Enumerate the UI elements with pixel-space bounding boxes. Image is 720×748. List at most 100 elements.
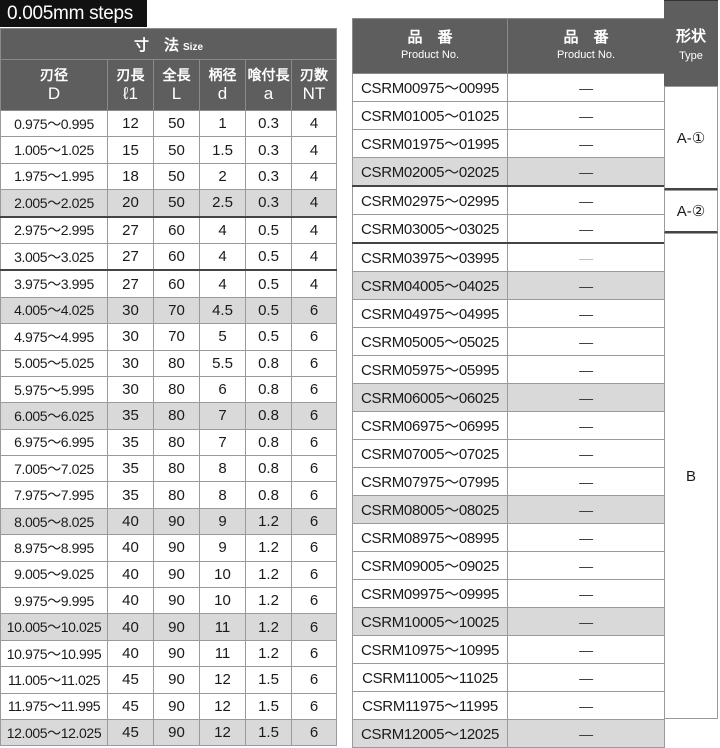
cell-l1: 40: [107, 534, 154, 562]
size-column-header: 柄径 d: [199, 59, 246, 111]
cell-l: 60: [153, 269, 200, 298]
cell-nt: 6: [291, 375, 337, 404]
size-table-row: 4.975～4.995 30 70 5 0.5 6: [0, 323, 337, 351]
type-cell-a1: A-①: [664, 86, 718, 190]
product-column-header: 品 番 Product No.: [507, 18, 665, 74]
cell-a: 0.8: [245, 481, 292, 509]
product-number-alt: —: [507, 327, 665, 356]
cell-l: 80: [153, 455, 200, 483]
product-table-row: CSRM08005～08025—: [352, 495, 665, 524]
column-header-en: D: [47, 84, 61, 103]
type-header-jp: 形状: [675, 28, 706, 45]
product-table-row: CSRM10005～10025—: [352, 607, 665, 636]
cell-a: 1.5: [245, 666, 292, 694]
product-table-row: CSRM06005～06025—: [352, 383, 665, 412]
cell-d: 12: [199, 718, 246, 747]
column-header-en: L: [171, 84, 182, 103]
cell-nt: 6: [291, 718, 337, 747]
product-number-alt: —: [507, 214, 665, 244]
cell-l: 60: [153, 242, 200, 272]
product-number: CSRM11005～11025: [352, 663, 508, 692]
product-number: CSRM07005～07025: [352, 439, 508, 468]
product-number: CSRM06975～06995: [352, 411, 508, 440]
cell-d: 8.975～8.995: [0, 534, 108, 562]
cell-a: 0.5: [245, 296, 292, 325]
cell-l: 50: [153, 136, 200, 164]
size-table-row: 9.005～9.025 40 90 10 1.2 6: [0, 560, 337, 589]
size-table-row: 7.975～7.995 35 80 8 0.8 6: [0, 481, 337, 509]
cell-d: 12.005～12.025: [0, 718, 108, 747]
cell-l1: 45: [107, 666, 154, 694]
cell-d: 5.975～5.995: [0, 375, 108, 404]
cell-nt: 6: [291, 507, 337, 536]
product-table-row: CSRM12005～12025—: [352, 719, 665, 748]
product-number-alt: —: [507, 551, 665, 580]
size-column-header: 全長 L: [153, 59, 200, 111]
column-header-en: ℓ1: [123, 84, 138, 103]
cell-a: 1.2: [245, 507, 292, 536]
cell-d: 9.005～9.025: [0, 560, 108, 589]
product-number: CSRM01975～01995: [352, 129, 508, 158]
product-table-row: CSRM04975～04995—: [352, 299, 665, 328]
product-number: CSRM04005～04025: [352, 271, 508, 300]
cell-d: 4.005～4.025: [0, 296, 108, 325]
cell-a: 0.5: [245, 216, 292, 244]
product-table-row: CSRM11005～11025—: [352, 663, 665, 692]
cell-nt: 4: [291, 162, 337, 191]
cell-a: 1.2: [245, 534, 292, 562]
cell-nt: 6: [291, 455, 337, 483]
cell-a: 0.8: [245, 455, 292, 483]
size-table-row: 2.975～2.995 27 60 4 0.5 4: [0, 216, 337, 244]
product-number-alt: —: [507, 355, 665, 384]
type-column-header: 形状 Type: [664, 0, 718, 86]
cell-a: 0.5: [245, 269, 292, 298]
column-header-jp: 全長: [162, 67, 191, 83]
cell-l1: 27: [107, 216, 154, 244]
cell-d: 7.005～7.025: [0, 455, 108, 483]
size-table-row: 8.975～8.995 40 90 9 1.2 6: [0, 534, 337, 562]
cell-a: 0.3: [245, 189, 292, 218]
cell-l: 80: [153, 349, 200, 377]
column-header-en: a: [263, 84, 274, 103]
product-number: CSRM06005～06025: [352, 383, 508, 412]
column-header-jp: 刃径: [40, 67, 68, 83]
cell-nt: 6: [291, 402, 337, 430]
cell-d: 12: [199, 692, 246, 720]
size-table-row: 11.005～11.025 45 90 12 1.5 6: [0, 666, 337, 694]
cell-a: 0.5: [245, 323, 292, 351]
column-header-en: d: [217, 84, 228, 103]
size-table-row: 5.005～5.025 30 80 5.5 0.8 6: [0, 349, 337, 377]
cell-l1: 12: [107, 109, 154, 138]
cell-a: 1.5: [245, 692, 292, 720]
product-number: CSRM09975～09995: [352, 579, 508, 608]
cell-d: 4: [199, 269, 246, 298]
product-table-row: CSRM07005～07025—: [352, 439, 665, 468]
cell-a: 1.2: [245, 613, 292, 641]
cell-l: 90: [153, 666, 200, 694]
cell-d: 9: [199, 507, 246, 536]
cell-d: 8: [199, 455, 246, 483]
cell-l1: 40: [107, 613, 154, 641]
cell-nt: 6: [291, 639, 337, 668]
product-number: CSRM08975～08995: [352, 523, 508, 552]
cell-d: 1.5: [199, 136, 246, 164]
size-column-header: 刃径 D: [0, 59, 108, 111]
product-table-row: CSRM02975～02995—: [352, 185, 665, 215]
cell-nt: 4: [291, 269, 337, 298]
cell-d: 2.005～2.025: [0, 189, 108, 218]
product-table-row: CSRM05005～05025—: [352, 327, 665, 356]
cell-l: 70: [153, 296, 200, 325]
product-number-alt: —: [507, 607, 665, 636]
size-table-row: 10.975～10.995 40 90 11 1.2 6: [0, 639, 337, 668]
cell-a: 0.3: [245, 162, 292, 191]
product-number-alt: —: [507, 691, 665, 720]
product-number: CSRM11975～11995: [352, 691, 508, 720]
cell-nt: 4: [291, 242, 337, 272]
product-number: CSRM08005～08025: [352, 495, 508, 524]
product-table-row: CSRM02005～02025—: [352, 157, 665, 187]
product-number-alt: —: [507, 719, 665, 748]
product-table-row: CSRM04005～04025—: [352, 271, 665, 300]
size-table-row: 5.975～5.995 30 80 6 0.8 6: [0, 375, 337, 404]
cell-l1: 15: [107, 136, 154, 164]
cell-l1: 40: [107, 639, 154, 668]
